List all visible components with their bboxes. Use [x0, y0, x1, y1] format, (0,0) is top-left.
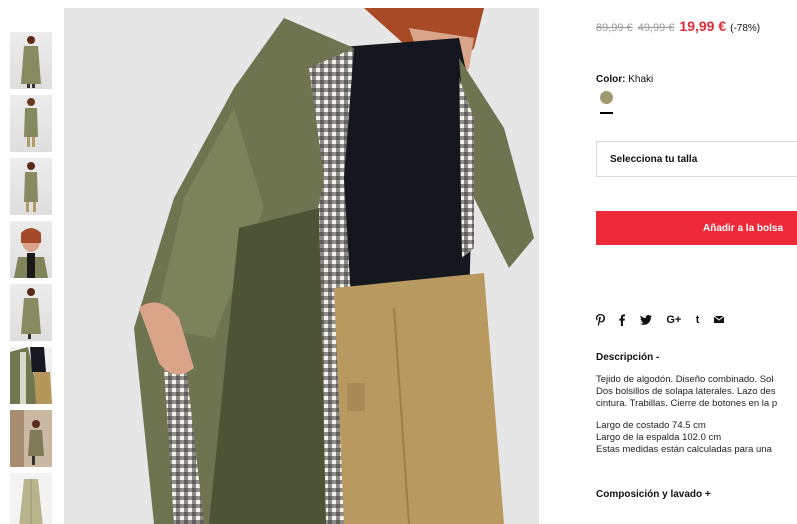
description-line: Tejido de algodón. Diseño combinado. Sol: [596, 374, 774, 385]
facebook-icon[interactable]: [619, 314, 626, 326]
color-label: Color: Khaki: [596, 74, 653, 85]
add-to-bag-button[interactable]: Añadir a la bolsa: [596, 211, 797, 245]
size-select-placeholder: Selecciona tu talla: [610, 154, 698, 165]
thumbnail-3[interactable]: [10, 158, 52, 215]
description-title[interactable]: Descripción -: [596, 352, 659, 363]
product-photo: [64, 8, 539, 524]
share-icons: G+ t: [596, 311, 734, 326]
email-icon[interactable]: [713, 314, 725, 326]
main-product-image[interactable]: [64, 8, 539, 524]
discount-badge: (-78%): [730, 23, 761, 34]
thumbnail-8[interactable]: [10, 473, 52, 524]
measure-line: Largo de la espalda 102.0 cm: [596, 432, 722, 443]
product-info-panel: 89,99 € 49,99 € 19,99 € (-78%) Color: Khaki…: [596, 0, 797, 524]
color-value: Khaki: [628, 74, 654, 85]
thumbnail-1[interactable]: [10, 32, 52, 89]
thumbnail-list: [10, 32, 52, 524]
google-plus-icon[interactable]: G+: [666, 314, 681, 326]
description-line: cintura. Trabillas. Cierre de botones en…: [596, 398, 778, 409]
composition-toggle[interactable]: Composición y lavado +: [596, 489, 711, 500]
description-line: Dos bolsillos de solapa laterales. Lazo …: [596, 386, 776, 397]
original-price: 89,99 €: [596, 22, 633, 34]
pinterest-icon[interactable]: [596, 313, 605, 326]
thumbnail-6[interactable]: [10, 347, 52, 404]
measure-line: Largo de costado 74.5 cm: [596, 420, 706, 431]
thumbnail-4[interactable]: [10, 221, 52, 278]
size-select[interactable]: Selecciona tu talla: [596, 141, 797, 177]
thumbnail-7[interactable]: [10, 410, 52, 467]
selected-swatch-indicator: [600, 112, 613, 114]
sale-price: 19,99 €: [679, 18, 727, 34]
price-row: 89,99 € 49,99 € 19,99 € (-78%): [596, 18, 760, 36]
description-body: Tejido de algodón. Diseño combinado. Sol…: [596, 374, 797, 456]
add-to-bag-label: Añadir a la bolsa: [703, 223, 784, 234]
previous-price: 49,99 €: [637, 22, 675, 34]
thumbnail-5[interactable]: [10, 284, 52, 341]
color-label-key: Color:: [596, 74, 626, 85]
color-swatch-khaki[interactable]: [600, 91, 613, 104]
description-gap: [596, 410, 797, 420]
thumbnail-2[interactable]: [10, 95, 52, 152]
tumblr-icon[interactable]: t: [696, 314, 700, 326]
twitter-icon[interactable]: [639, 314, 652, 326]
measure-line: Estas medidas están calculadas para una: [596, 444, 772, 455]
